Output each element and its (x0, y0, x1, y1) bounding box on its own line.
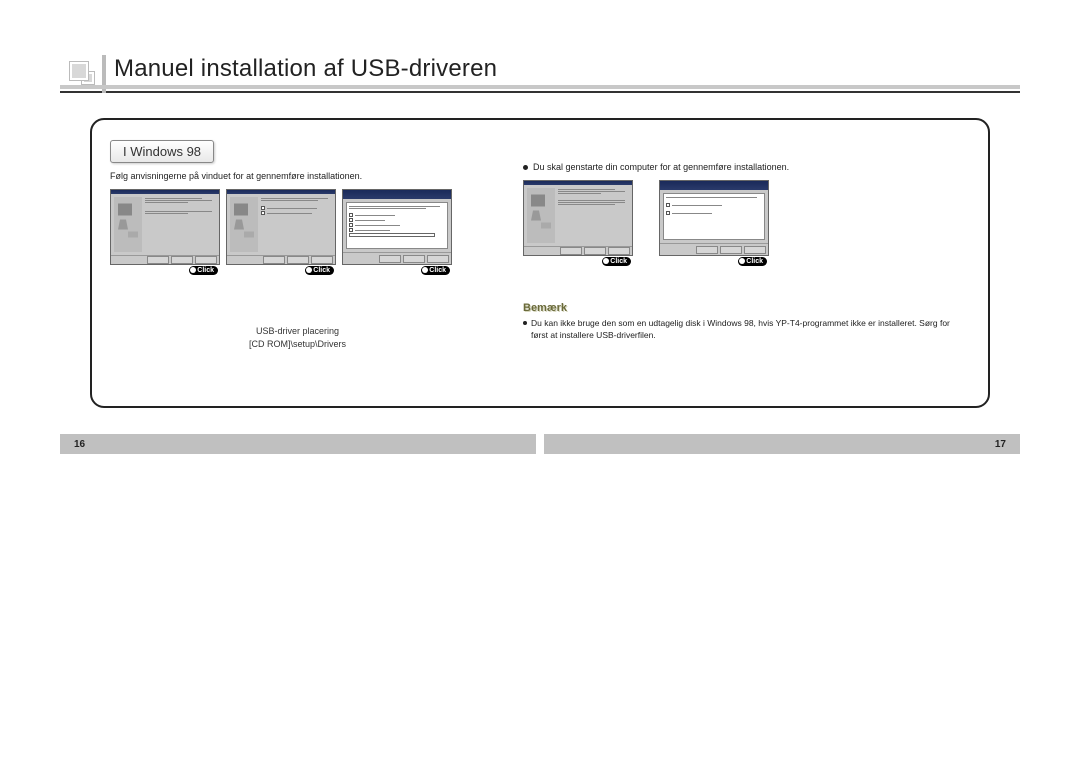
page-number-right: 17 (995, 439, 1006, 450)
note-heading: Bemærk (523, 302, 950, 314)
usb-driver-location: USB-driver placering [CD ROM]\setup\Driv… (110, 325, 485, 350)
page-spread: Manuel installation af USB-driveren I Wi… (60, 55, 1020, 408)
click-badge: Click (602, 257, 631, 266)
right-instruction-text: Du skal genstarte din computer for at ge… (523, 162, 950, 172)
wizard-row-left: Click (110, 189, 485, 275)
page-title: Manuel installation af USB-driveren (114, 55, 497, 83)
wizard-screenshot-3: Click (342, 189, 452, 275)
click-badge: Click (421, 266, 450, 275)
title-bar: Manuel installation af USB-driveren (60, 55, 1020, 93)
left-column: I Windows 98 Følg anvisningerne på vindu… (110, 140, 505, 386)
wizard-screenshot-5: Click (659, 180, 769, 266)
wizard-row-right: Click (523, 180, 950, 266)
left-instruction-text: Følg anvisningerne på vinduet for at gen… (110, 171, 485, 181)
usb-location-line2: [CD ROM]\setup\Drivers (110, 338, 485, 351)
wizard-screenshot-1: Click (110, 189, 220, 275)
wizard-hardware-icon (527, 188, 555, 243)
wizard-hardware-icon (230, 197, 258, 252)
note-body: Du kan ikke bruge den som en udtagelig d… (523, 318, 950, 342)
click-badge: Click (738, 257, 767, 266)
click-badge: Click (305, 266, 334, 275)
usb-location-line1: USB-driver placering (110, 325, 485, 338)
wizard-hardware-icon (114, 197, 142, 252)
click-badge: Click (189, 266, 218, 275)
page-number-left: 16 (74, 439, 85, 450)
page-number-bar: 16 17 (60, 434, 1020, 454)
wizard-screenshot-2: Click (226, 189, 336, 275)
content-frame: I Windows 98 Følg anvisningerne på vindu… (90, 118, 990, 408)
os-badge: I Windows 98 (110, 140, 214, 163)
right-column: Du skal genstarte din computer for at ge… (505, 140, 950, 386)
wizard-screenshot-4: Click (523, 180, 633, 266)
